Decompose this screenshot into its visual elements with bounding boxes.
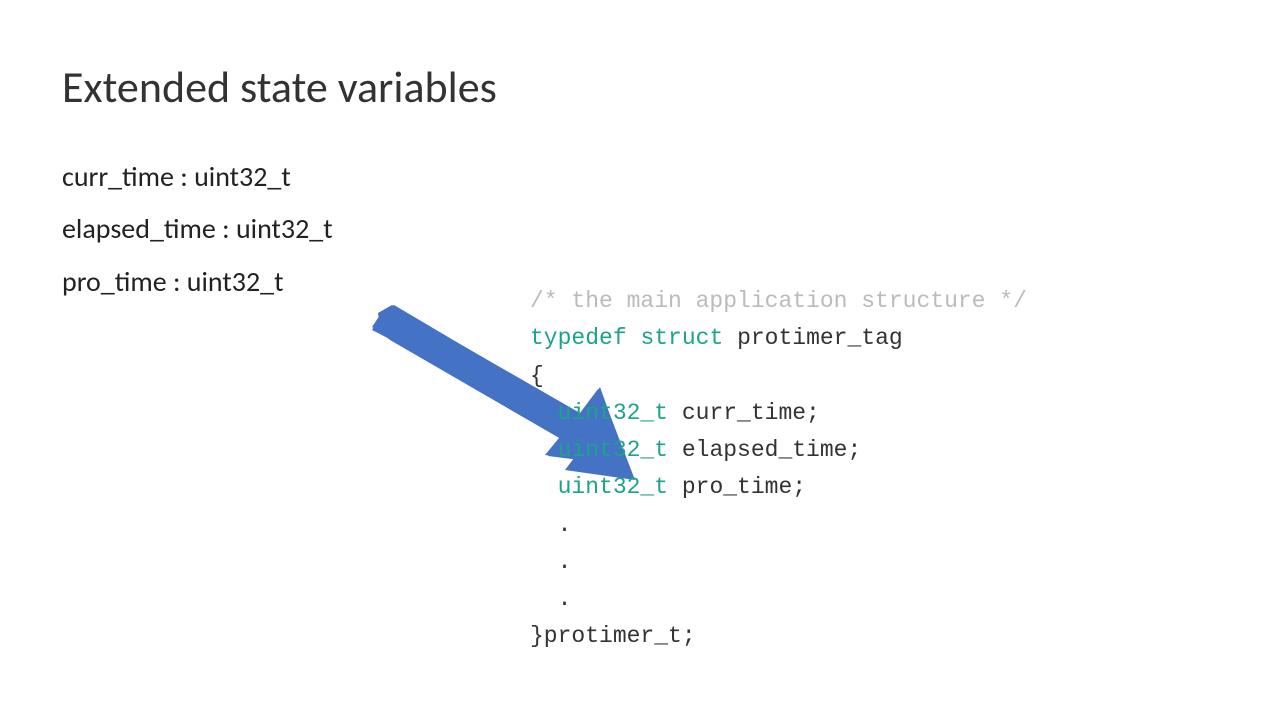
code-member-name: pro_time; xyxy=(668,474,806,500)
code-keyword: struct xyxy=(640,325,723,351)
variable-list: curr_time : uint32_t elapsed_time : uint… xyxy=(62,152,333,309)
variable-sep: : xyxy=(222,211,236,246)
variable-item: pro_time : uint32_t xyxy=(62,257,333,307)
code-ellipsis: . xyxy=(530,581,1027,618)
code-line: typedef struct protimer_tag xyxy=(530,320,1027,357)
variable-item: curr_time : uint32_t xyxy=(62,152,333,202)
code-snippet: /* the main application structure */ typ… xyxy=(530,283,1027,656)
code-member: uint32_t pro_time; xyxy=(530,469,1027,506)
code-member: uint32_t elapsed_time; xyxy=(530,432,1027,469)
code-member-name: curr_time; xyxy=(668,400,820,426)
slide-title: Extended state variables xyxy=(62,60,497,114)
code-ellipsis: . xyxy=(530,544,1027,581)
code-comment: /* the main application structure */ xyxy=(530,283,1027,320)
variable-type: uint32_t xyxy=(187,264,284,299)
variable-sep: : xyxy=(167,264,187,299)
code-type: uint32_t xyxy=(558,437,668,463)
code-member-name: elapsed_time; xyxy=(668,437,861,463)
variable-type: uint32_t xyxy=(236,211,333,246)
variable-sep: : xyxy=(174,159,194,194)
variable-name: elapsed_time xyxy=(62,211,222,246)
variable-type: uint32_t xyxy=(194,159,291,194)
code-line: }protimer_t; xyxy=(530,618,1027,655)
variable-name: pro_time xyxy=(62,264,167,299)
code-member: uint32_t curr_time; xyxy=(530,395,1027,432)
code-line: { xyxy=(530,358,1027,395)
variable-item: elapsed_time : uint32_t xyxy=(62,204,333,254)
code-keyword: typedef xyxy=(530,325,627,351)
variable-name: curr_time xyxy=(62,159,174,194)
code-type: uint32_t xyxy=(558,474,668,500)
code-ellipsis: . xyxy=(530,507,1027,544)
code-struct-name: protimer_tag xyxy=(723,325,902,351)
code-type: uint32_t xyxy=(558,400,668,426)
